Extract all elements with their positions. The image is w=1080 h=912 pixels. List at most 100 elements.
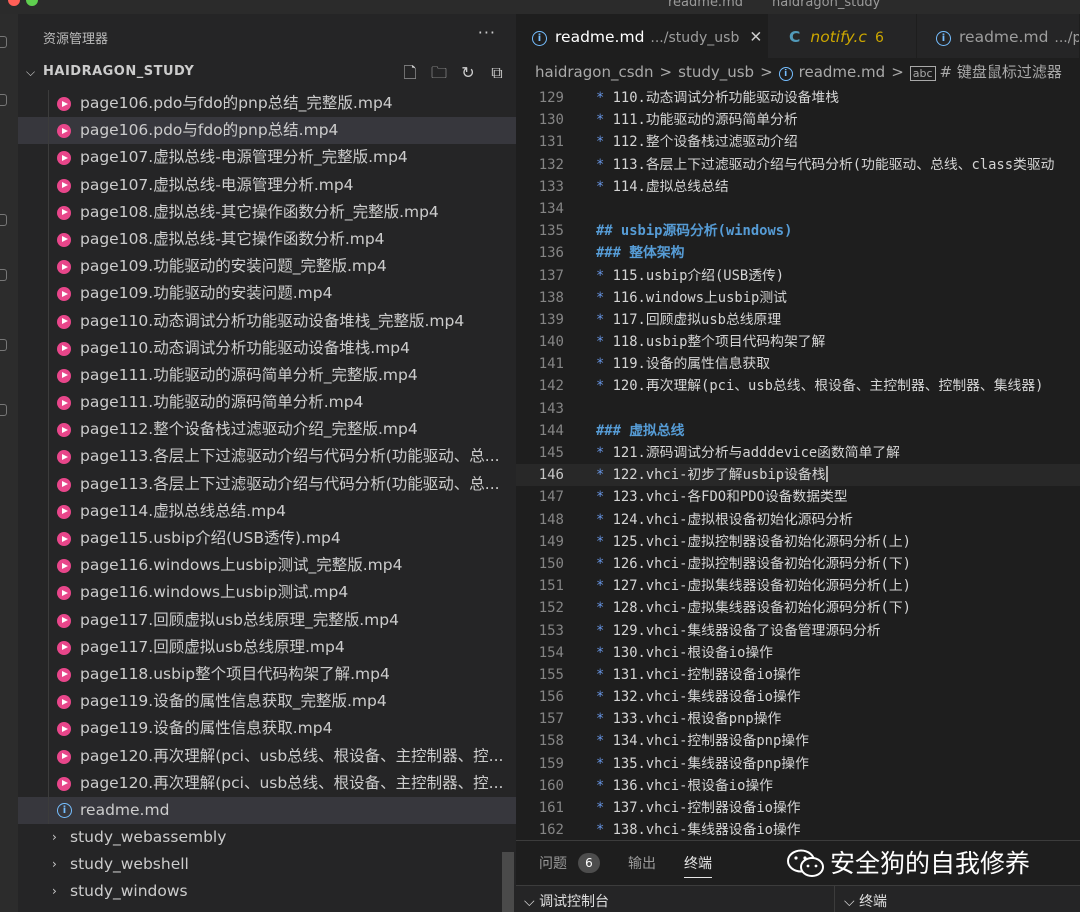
file-item[interactable]: page109.功能驱动的安装问题.mp4 [18, 280, 516, 308]
file-item[interactable]: page117.回顾虚拟usb总线原理.mp4 [18, 633, 516, 661]
file-item[interactable]: page111.功能驱动的源码简单分析.mp4 [18, 389, 516, 417]
code-line[interactable]: 138 * 116.windows上usbip测试 [516, 287, 1080, 309]
code-line[interactable]: 130 * 111.功能驱动的源码简单分析 [516, 109, 1080, 131]
refresh-icon[interactable]: ↻ [459, 62, 477, 86]
file-item[interactable]: page112.整个设备栈过滤驱动介绍_完整版.mp4 [18, 416, 516, 444]
code-line[interactable]: 150 * 126.vhci-虚拟控制器设备初始化源码分析(下) [516, 553, 1080, 575]
code-line[interactable]: 160 * 136.vhci-根设备io操作 [516, 775, 1080, 797]
file-item[interactable]: page113.各层上下过滤驱动介绍与代码分析(功能驱动、总... [18, 443, 516, 471]
code-line[interactable]: 147 * 123.vhci-各FDO和PDO设备数据类型 [516, 486, 1080, 508]
tab-readme-pa[interactable]: ireadme.md.../pa [918, 14, 1080, 58]
tab-problems[interactable]: 问题 [539, 853, 567, 873]
video-file-icon [57, 586, 71, 601]
folder-item[interactable]: › study_windows [18, 878, 516, 905]
code-line[interactable]: 140 * 118.usbip整个项目代码构架了解 [516, 331, 1080, 353]
code-line[interactable]: 137 * 115.usbip介绍(USB透传) [516, 265, 1080, 287]
code-line[interactable]: 133 * 114.虚拟总线总结 [516, 176, 1080, 198]
code-line[interactable]: 161 * 137.vhci-控制器设备io操作 [516, 797, 1080, 819]
close-tab-icon[interactable]: ✕ [749, 28, 762, 46]
code-line[interactable]: 154 * 130.vhci-根设备io操作 [516, 642, 1080, 664]
file-item[interactable]: page117.回顾虚拟usb总线原理_完整版.mp4 [18, 606, 516, 634]
code-line[interactable]: 152 * 128.vhci-虚拟集线器设备初始化源码分析(下) [516, 597, 1080, 619]
tab-notify-c[interactable]: Cnotify.c 6 [769, 14, 917, 58]
new-folder-icon[interactable]: 🗀 [430, 62, 448, 86]
code-line[interactable]: 149 * 125.vhci-虚拟控制器设备初始化源码分析(上) [516, 531, 1080, 553]
source-control-icon[interactable] [0, 214, 7, 226]
tab-readme-study-usb[interactable]: i readme.md .../study_usb ✕ [516, 14, 768, 58]
file-item[interactable]: page111.功能驱动的源码简单分析_完整版.mp4 [18, 361, 516, 390]
file-item[interactable]: page110.动态调试分析功能驱动设备堆栈_完整版.mp4 [18, 307, 516, 335]
file-item[interactable]: page108.虚拟总线-其它操作函数分析.mp4 [18, 225, 516, 254]
file-item[interactable]: page119.设备的属性信息获取.mp4 [18, 715, 516, 743]
file-item[interactable]: page118.usbip整个项目代码构架了解.mp4 [18, 660, 516, 689]
code-line[interactable]: 139 * 117.回顾虚拟usb总线原理 [516, 309, 1080, 331]
file-readme[interactable]: i readme.md [18, 796, 516, 825]
file-item[interactable]: page107.虚拟总线-电源管理分析_完整版.mp4 [18, 144, 516, 172]
file-item[interactable]: page116.windows上usbip测试.mp4 [18, 579, 516, 607]
file-item[interactable]: page115.usbip介绍(USB透传).mp4 [18, 525, 516, 553]
close-window-button[interactable] [8, 0, 20, 6]
file-item[interactable]: page110.动态调试分析功能驱动设备堆栈.mp4 [18, 334, 516, 362]
folder-item[interactable]: › study_webassembly [18, 824, 516, 851]
file-item[interactable]: page107.虚拟总线-电源管理分析.mp4 [18, 171, 516, 199]
code-line[interactable]: 135 ## usbip源码分析(windows) [516, 220, 1080, 242]
code-line[interactable]: 131 * 112.整个设备栈过滤驱动介绍 [516, 131, 1080, 153]
search-icon[interactable] [0, 94, 7, 106]
file-item[interactable]: page106.pdo与fdo的pnp总结_完整版.mp4 [18, 90, 516, 118]
code-line[interactable]: 136 ### 整体架构 [516, 242, 1080, 264]
code-line[interactable]: 155 * 131.vhci-控制器设备io操作 [516, 664, 1080, 686]
code-line[interactable]: 156 * 132.vhci-集线器设备io操作 [516, 686, 1080, 708]
code-line[interactable]: 159 * 135.vhci-集线器设备pnp操作 [516, 753, 1080, 775]
code-line[interactable]: 151 * 127.vhci-虚拟集线器设备初始化源码分析(上) [516, 575, 1080, 597]
tab-output[interactable]: 输出 [628, 853, 656, 873]
zoom-window-button[interactable] [26, 0, 38, 6]
extensions-icon[interactable] [0, 339, 7, 351]
file-item[interactable]: page113.各层上下过滤驱动介绍与代码分析(功能驱动、总... [18, 470, 516, 498]
code-line[interactable]: 142 * 120.再次理解(pci、usb总线、根设备、主控制器、控制器、集线器… [516, 375, 1080, 397]
breadcrumb-item[interactable]: # 键盘鼠标过滤器 [940, 63, 1062, 81]
code-line[interactable]: 153 * 129.vhci-集线器设备了设备管理源码分析 [516, 620, 1080, 642]
file-item[interactable]: page114.虚拟总线总结.mp4 [18, 497, 516, 525]
code-line[interactable]: 148 * 124.vhci-虚拟根设备初始化源码分析 [516, 509, 1080, 531]
indent-guide [48, 334, 49, 362]
code-line[interactable]: 158 * 134.vhci-控制器设备pnp操作 [516, 730, 1080, 752]
new-file-icon[interactable]: 🗋 [401, 62, 419, 86]
folder-item[interactable]: › study_webshell [18, 851, 516, 878]
video-file-icon [57, 260, 71, 275]
collapse-all-icon[interactable]: ⧉ [488, 62, 506, 86]
tab-terminal[interactable]: 终端 [684, 853, 712, 878]
code-line[interactable]: 132 * 113.各层上下过滤驱动介绍与代码分析(功能驱动、总线、class类驱… [516, 154, 1080, 176]
code-line[interactable]: 146 * 122.vhci-初步了解usbip设备栈 [516, 464, 1080, 487]
line-number: 150 [538, 555, 564, 572]
line-text: * 114.虚拟总线总结 [596, 178, 729, 195]
code-line[interactable]: 141 * 119.设备的属性信息获取 [516, 353, 1080, 375]
terminal-section[interactable]: ⌵ 终端 [844, 891, 887, 911]
run-debug-icon[interactable] [0, 269, 7, 281]
debug-console-section[interactable]: ⌵ 调试控制台 [524, 891, 609, 911]
code-line[interactable]: 162 * 138.vhci-集线器设备io操作 [516, 819, 1080, 841]
sidebar-scrollbar[interactable] [502, 852, 514, 912]
file-item[interactable]: page108.虚拟总线-其它操作函数分析_完整版.mp4 [18, 198, 516, 226]
breadcrumb-item[interactable]: study_usb [678, 63, 754, 81]
breadcrumb-item[interactable]: haidragon_csdn [535, 63, 654, 81]
file-item[interactable]: page106.pdo与fdo的pnp总结.mp4 [18, 117, 516, 145]
code-editor[interactable]: 129 * 110.动态调试分析功能驱动设备堆栈 130 * 111.功能驱动的源码简… [516, 87, 1080, 841]
file-item[interactable]: page116.windows上usbip测试_完整版.mp4 [18, 552, 516, 580]
remote-icon[interactable] [0, 404, 7, 416]
line-text: * 112.整个设备栈过滤驱动介绍 [596, 134, 798, 151]
code-line[interactable]: 143 [516, 398, 1080, 420]
code-line[interactable]: 145 * 121.源码调试分析与adddevice函数简单了解 [516, 442, 1080, 464]
code-line[interactable]: 134 [516, 198, 1080, 220]
file-item[interactable]: page120.再次理解(pci、usb总线、根设备、主控制器、控... [18, 769, 516, 797]
code-line[interactable]: 157 * 133.vhci-根设备pnp操作 [516, 708, 1080, 730]
workspace-section-header[interactable]: ⌵ HAIDRAGON_STUDY 🗋 🗀 ↻ ⧉ [18, 62, 516, 86]
code-line[interactable]: 144 ### 虚拟总线 [516, 420, 1080, 442]
explorer-icon[interactable] [0, 36, 7, 48]
file-item[interactable]: page119.设备的属性信息获取_完整版.mp4 [18, 688, 516, 716]
file-item[interactable]: page120.再次理解(pci、usb总线、根设备、主控制器、控... [18, 742, 516, 770]
file-item[interactable]: page109.功能驱动的安装问题_完整版.mp4 [18, 253, 516, 281]
breadcrumb-item[interactable]: readme.md [799, 63, 886, 81]
more-actions-icon[interactable]: ··· [478, 23, 496, 42]
code-line[interactable]: 129 * 110.动态调试分析功能驱动设备堆栈 [516, 87, 1080, 109]
chevron-right-icon: > [891, 63, 904, 81]
